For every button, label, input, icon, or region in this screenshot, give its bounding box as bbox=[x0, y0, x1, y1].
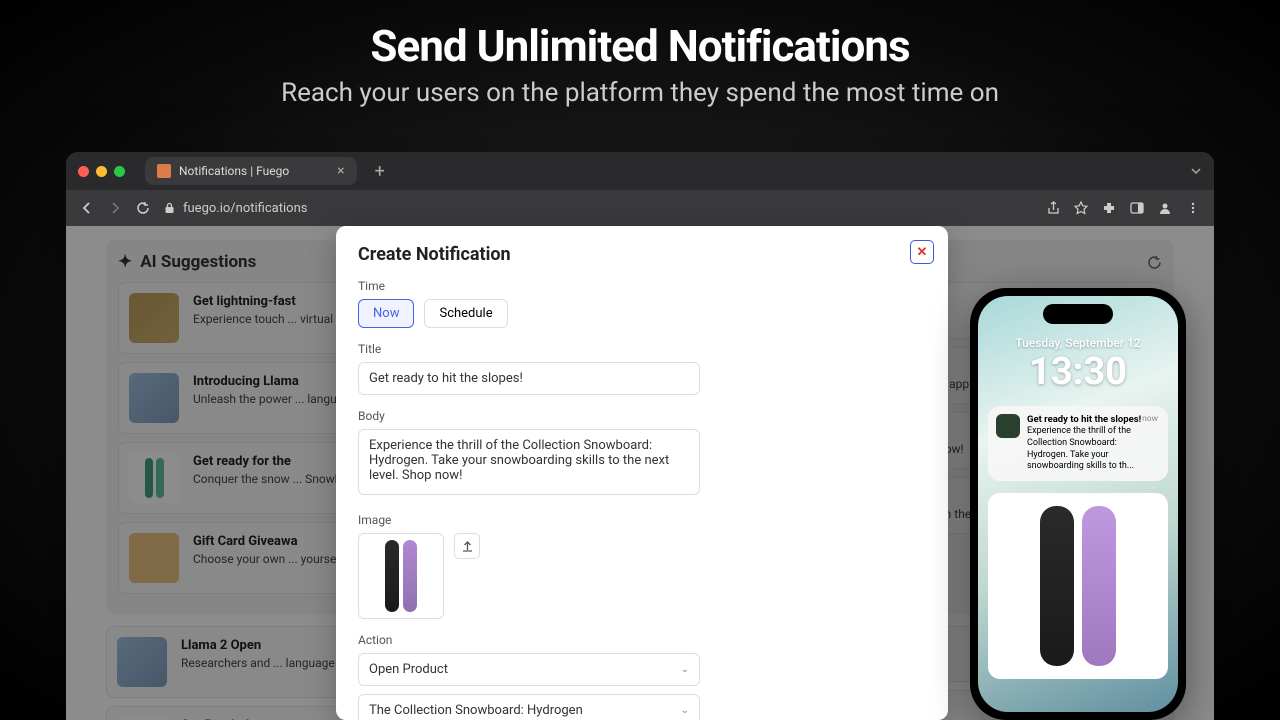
back-icon[interactable] bbox=[80, 201, 94, 215]
notification-image bbox=[988, 493, 1168, 679]
favicon-icon bbox=[157, 164, 171, 178]
forward-icon[interactable] bbox=[108, 201, 122, 215]
hero-subtitle: Reach your users on the platform they sp… bbox=[0, 78, 1280, 108]
app-icon bbox=[996, 414, 1020, 438]
star-icon[interactable] bbox=[1074, 201, 1088, 215]
chevron-down-icon: ⌄ bbox=[681, 664, 689, 675]
body-label: Body bbox=[358, 409, 926, 423]
extensions-icon[interactable] bbox=[1102, 201, 1116, 215]
tab-title: Notifications | Fuego bbox=[179, 164, 289, 178]
modal-title: Create Notification bbox=[358, 244, 926, 265]
image-label: Image bbox=[358, 513, 926, 527]
lock-icon bbox=[164, 202, 175, 214]
close-window-icon[interactable] bbox=[78, 166, 89, 177]
action-select[interactable]: Open Product ⌄ bbox=[358, 653, 700, 686]
create-notification-modal: ✕ Create Notification Time Now Schedule … bbox=[336, 226, 948, 720]
minimize-window-icon[interactable] bbox=[96, 166, 107, 177]
traffic-lights bbox=[78, 166, 125, 177]
browser-window: Notifications | Fuego × + fuego.io/notif… bbox=[66, 152, 1214, 720]
browser-tab[interactable]: Notifications | Fuego × bbox=[145, 157, 357, 185]
time-now-button[interactable]: Now bbox=[358, 299, 414, 328]
snowboard-icon bbox=[1082, 506, 1116, 666]
image-preview[interactable] bbox=[358, 533, 444, 619]
phone-notch bbox=[1043, 304, 1113, 324]
url-text: fuego.io/notifications bbox=[183, 201, 307, 216]
tab-overflow-icon[interactable] bbox=[1190, 165, 1202, 177]
close-tab-icon[interactable]: × bbox=[337, 163, 344, 179]
snowboard-icon bbox=[403, 540, 417, 612]
url-bar: fuego.io/notifications bbox=[66, 190, 1214, 226]
phone-preview: Tuesday, September 12 13:30 Get ready to… bbox=[970, 288, 1186, 720]
panel-icon[interactable] bbox=[1130, 201, 1144, 215]
page-content: ✦ AI Suggestions Get lightning-fastExper… bbox=[66, 226, 1214, 720]
maximize-window-icon[interactable] bbox=[114, 166, 125, 177]
chevron-down-icon: ⌄ bbox=[681, 705, 689, 716]
time-label: Time bbox=[358, 279, 926, 293]
browser-tab-bar: Notifications | Fuego × + bbox=[66, 152, 1214, 190]
product-select[interactable]: The Collection Snowboard: Hydrogen ⌄ bbox=[358, 694, 700, 720]
share-icon[interactable] bbox=[1047, 201, 1060, 215]
notification-preview: Get ready to hit the slopes! Experience … bbox=[988, 406, 1168, 481]
lock-screen-date: Tuesday, September 12 bbox=[978, 336, 1178, 350]
hero-title: Send Unlimited Notifications bbox=[0, 20, 1280, 72]
profile-icon[interactable] bbox=[1158, 201, 1172, 215]
time-schedule-button[interactable]: Schedule bbox=[424, 299, 507, 328]
reload-icon[interactable] bbox=[136, 201, 150, 215]
notification-timestamp: now bbox=[1142, 414, 1158, 424]
menu-icon[interactable] bbox=[1186, 201, 1200, 215]
lock-screen-time: 13:30 bbox=[978, 350, 1178, 394]
url-input[interactable]: fuego.io/notifications bbox=[164, 201, 1033, 216]
close-modal-button[interactable]: ✕ bbox=[910, 240, 934, 264]
new-tab-button[interactable]: + bbox=[375, 161, 385, 182]
action-label: Action bbox=[358, 633, 926, 647]
title-input[interactable] bbox=[358, 362, 700, 395]
snowboard-icon bbox=[385, 540, 399, 612]
title-label: Title bbox=[358, 342, 926, 356]
body-textarea[interactable] bbox=[358, 429, 700, 495]
upload-image-button[interactable] bbox=[454, 533, 480, 559]
snowboard-icon bbox=[1040, 506, 1074, 666]
